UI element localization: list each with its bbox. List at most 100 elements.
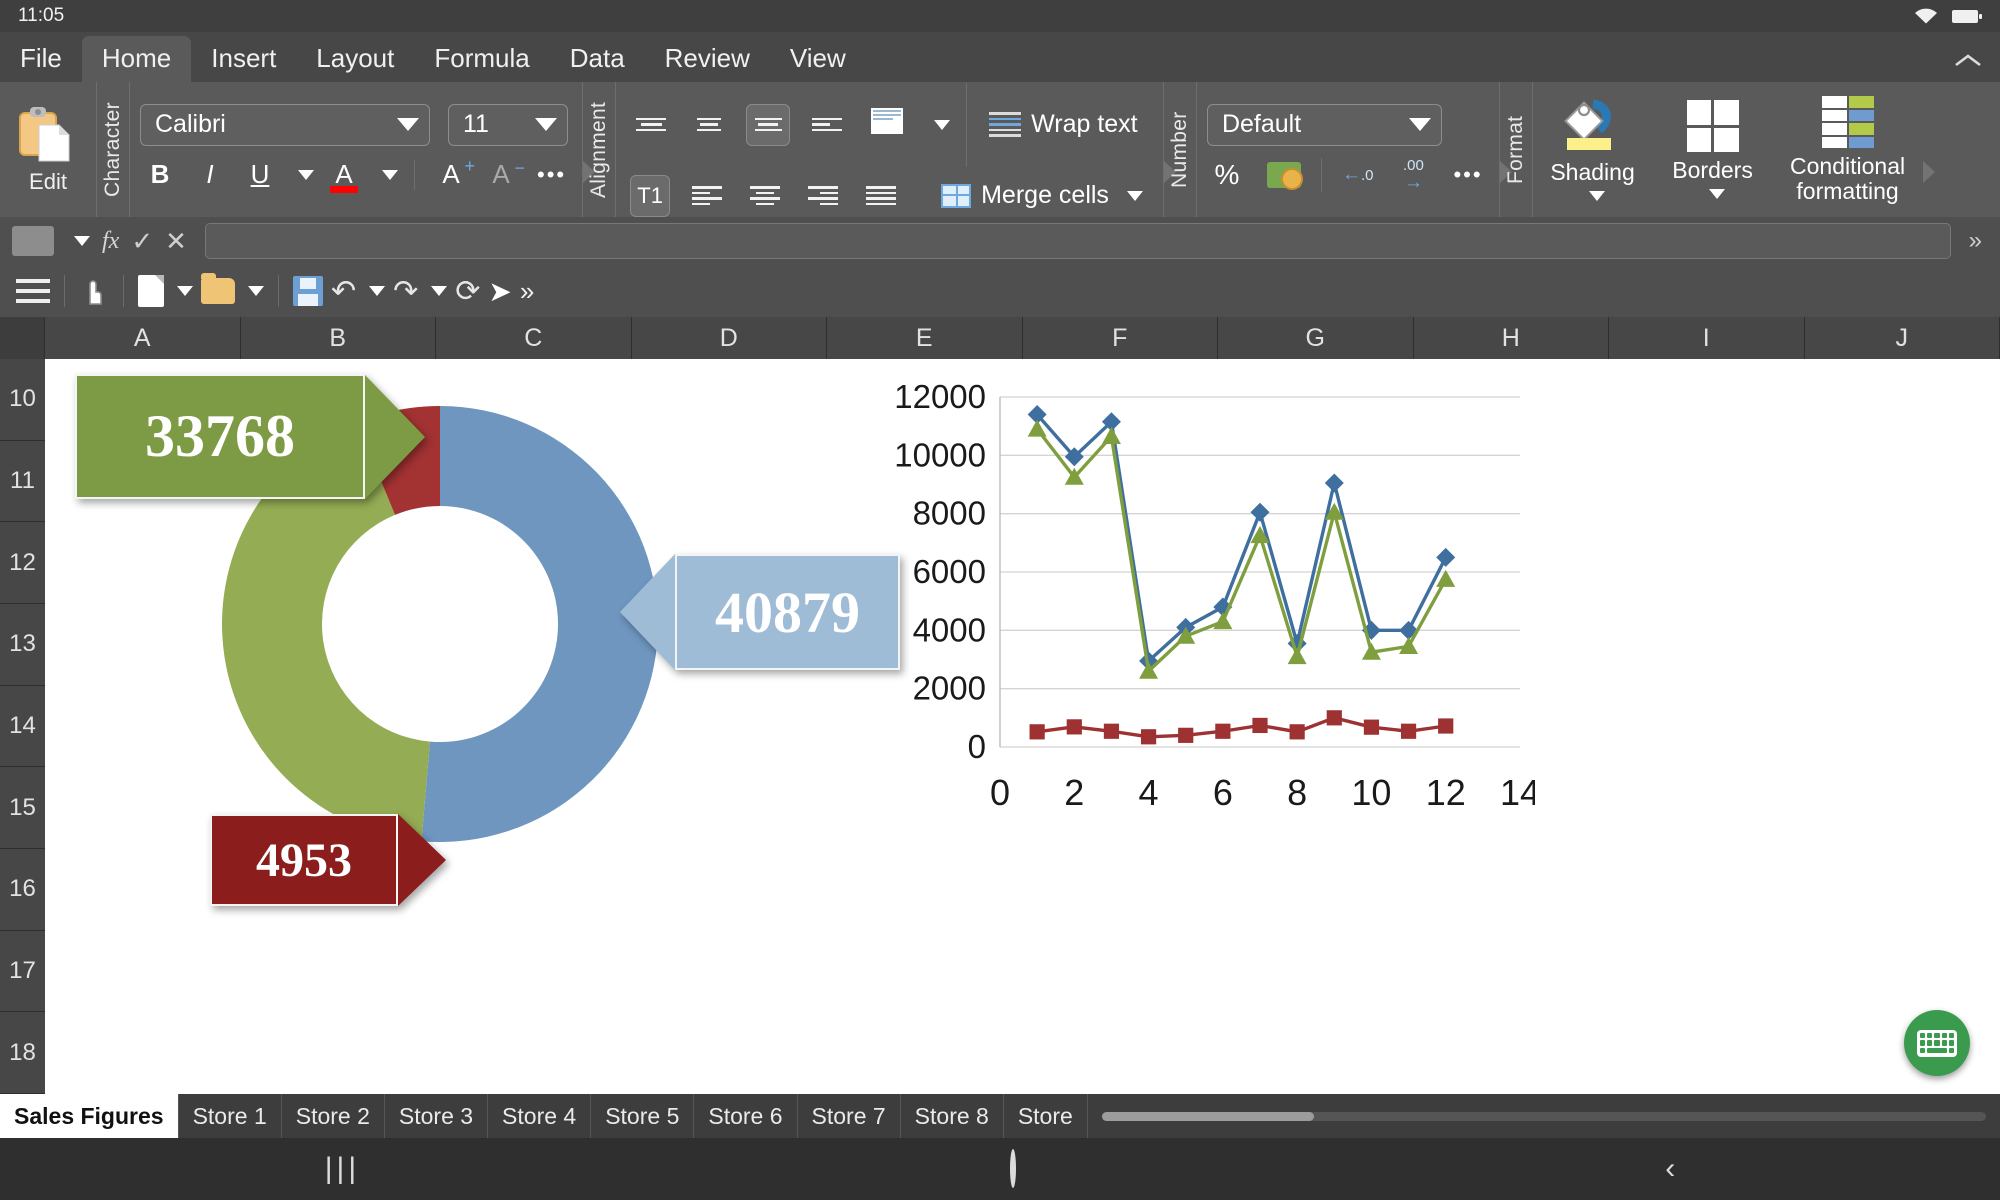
shading-chevron-down-icon[interactable]: [1588, 190, 1605, 201]
sheet-tab-store-4[interactable]: Store 4: [488, 1094, 592, 1138]
row-header-12[interactable]: 12: [0, 522, 45, 605]
recents-icon[interactable]: |||: [325, 1152, 360, 1186]
row-header-18[interactable]: 18: [0, 1012, 45, 1095]
add-decimal-button[interactable]: ←.0: [1336, 154, 1380, 196]
tab-view[interactable]: View: [770, 36, 866, 82]
menu-button[interactable]: [16, 279, 50, 303]
sheet-tab-store-9[interactable]: Store: [1004, 1094, 1088, 1138]
underline-chevron-down-icon[interactable]: [298, 169, 314, 180]
collapse-ribbon-icon[interactable]: [1954, 50, 1982, 76]
column-header-g[interactable]: G: [1218, 317, 1414, 359]
merge-cells-button[interactable]: Merge cells: [935, 175, 1149, 217]
align-justify-button[interactable]: [860, 175, 902, 217]
sheet-tab-store-7[interactable]: Store 7: [798, 1094, 901, 1138]
column-header-i[interactable]: I: [1609, 317, 1805, 359]
row-header-11[interactable]: 11: [0, 440, 45, 523]
shading-button[interactable]: Shading: [1533, 98, 1653, 201]
select-tool-button[interactable]: ➤: [488, 275, 511, 308]
wrap-text-button[interactable]: Wrap text: [983, 104, 1144, 146]
name-box[interactable]: [12, 226, 54, 256]
sheet-canvas[interactable]: 33768 40879 4953 0 2000 4000 6000 8000 10000 1…: [45, 359, 2000, 1094]
column-header-b[interactable]: B: [240, 317, 436, 359]
tab-layout[interactable]: Layout: [296, 36, 414, 82]
font-color-button[interactable]: A: [324, 154, 364, 196]
shrink-font-button[interactable]: A −: [481, 154, 525, 196]
align-left-button[interactable]: [686, 175, 728, 217]
column-header-e[interactable]: E: [827, 317, 1023, 359]
align-distribute-button[interactable]: [806, 104, 848, 146]
sheet-tab-store-8[interactable]: Store 8: [901, 1094, 1004, 1138]
select-all-corner[interactable]: [0, 317, 45, 359]
number-format-combo[interactable]: Default: [1206, 103, 1442, 146]
tab-review[interactable]: Review: [645, 36, 770, 82]
orientation-chevron-down-icon[interactable]: [934, 119, 951, 130]
save-button[interactable]: [293, 276, 323, 306]
open-file-button[interactable]: [201, 273, 264, 304]
align-right-button[interactable]: [802, 175, 844, 217]
scrollbar-thumb[interactable]: [1101, 1111, 1315, 1121]
align-center-button[interactable]: [744, 175, 786, 217]
expand-format-icon[interactable]: [1922, 161, 1935, 183]
column-header-h[interactable]: H: [1413, 317, 1609, 359]
undo-button[interactable]: ↶: [331, 274, 386, 309]
back-icon[interactable]: ‹: [1665, 1152, 1675, 1186]
underline-button[interactable]: U: [240, 154, 280, 196]
scrollbar-track[interactable]: [1101, 1111, 1986, 1121]
tab-insert[interactable]: Insert: [191, 36, 296, 82]
align-middle-button[interactable]: [688, 104, 730, 146]
name-box-chevron-down-icon[interactable]: [74, 236, 90, 246]
edit-button[interactable]: Edit: [0, 105, 96, 195]
borders-button[interactable]: Borders: [1653, 100, 1773, 199]
sheet-tab-store-3[interactable]: Store 3: [385, 1094, 489, 1138]
accept-icon[interactable]: ✓: [131, 226, 153, 257]
column-header-a[interactable]: A: [45, 317, 241, 359]
align-top-button[interactable]: [630, 104, 672, 146]
tab-file[interactable]: File: [0, 36, 82, 82]
column-header-c[interactable]: C: [436, 317, 632, 359]
indent-button[interactable]: T1: [630, 174, 671, 217]
tab-formula[interactable]: Formula: [414, 36, 549, 82]
column-header-f[interactable]: F: [1022, 317, 1218, 359]
redo-button[interactable]: ↷: [393, 274, 448, 309]
toolbar-overflow-button[interactable]: »: [520, 276, 534, 307]
touch-mode-button[interactable]: [79, 274, 109, 308]
conditional-formatting-button[interactable]: Conditional formatting: [1773, 96, 1923, 203]
keyboard-fab-button[interactable]: [1904, 1010, 1970, 1076]
number-more-button[interactable]: •••: [1447, 154, 1488, 196]
grow-font-button[interactable]: A +: [431, 154, 475, 196]
text-orientation-button[interactable]: [864, 104, 910, 146]
sheet-tab-store-6[interactable]: Store 6: [694, 1094, 798, 1138]
tab-data[interactable]: Data: [550, 36, 645, 82]
remove-decimal-button[interactable]: .00 →: [1393, 154, 1433, 196]
sheet-tab-store-5[interactable]: Store 5: [591, 1094, 695, 1138]
currency-format-button[interactable]: [1261, 154, 1307, 196]
horizontal-scrollbar[interactable]: [1088, 1094, 2000, 1138]
row-header-15[interactable]: 15: [0, 767, 45, 850]
expand-formula-bar-icon[interactable]: »: [1963, 227, 1988, 255]
close-icon[interactable]: ✕: [165, 226, 187, 257]
formula-input[interactable]: [204, 223, 1951, 259]
new-document-button[interactable]: [138, 275, 193, 307]
bold-button[interactable]: B: [140, 154, 180, 196]
font-name-combo[interactable]: Calibri: [140, 103, 430, 146]
column-header-d[interactable]: D: [631, 317, 827, 359]
tab-home[interactable]: Home: [81, 36, 192, 82]
function-wizard-icon[interactable]: fx: [102, 228, 119, 255]
italic-button[interactable]: I: [190, 154, 230, 196]
borders-chevron-down-icon[interactable]: [1708, 188, 1725, 199]
character-more-button[interactable]: •••: [531, 154, 572, 196]
row-header-17[interactable]: 17: [0, 930, 45, 1013]
percent-format-button[interactable]: %: [1207, 154, 1247, 196]
font-color-chevron-down-icon[interactable]: [382, 169, 398, 180]
column-header-j[interactable]: J: [1804, 317, 2000, 359]
sheet-tab-store-1[interactable]: Store 1: [179, 1094, 282, 1138]
line-chart[interactable]: 0 2000 4000 6000 8000 10000 12000 0 2 4 6 8 10 12 14: [875, 377, 1535, 847]
sheet-tab-store-2[interactable]: Store 2: [282, 1094, 385, 1138]
row-header-13[interactable]: 13: [0, 604, 45, 686]
refresh-button[interactable]: ⟳: [455, 274, 480, 309]
sheet-tab-sales-figures[interactable]: Sales Figures: [0, 1094, 179, 1138]
align-bottom-button[interactable]: [746, 103, 791, 146]
home-icon[interactable]: [1009, 1149, 1016, 1188]
font-size-combo[interactable]: 11: [448, 103, 568, 146]
row-header-16[interactable]: 16: [0, 849, 45, 931]
